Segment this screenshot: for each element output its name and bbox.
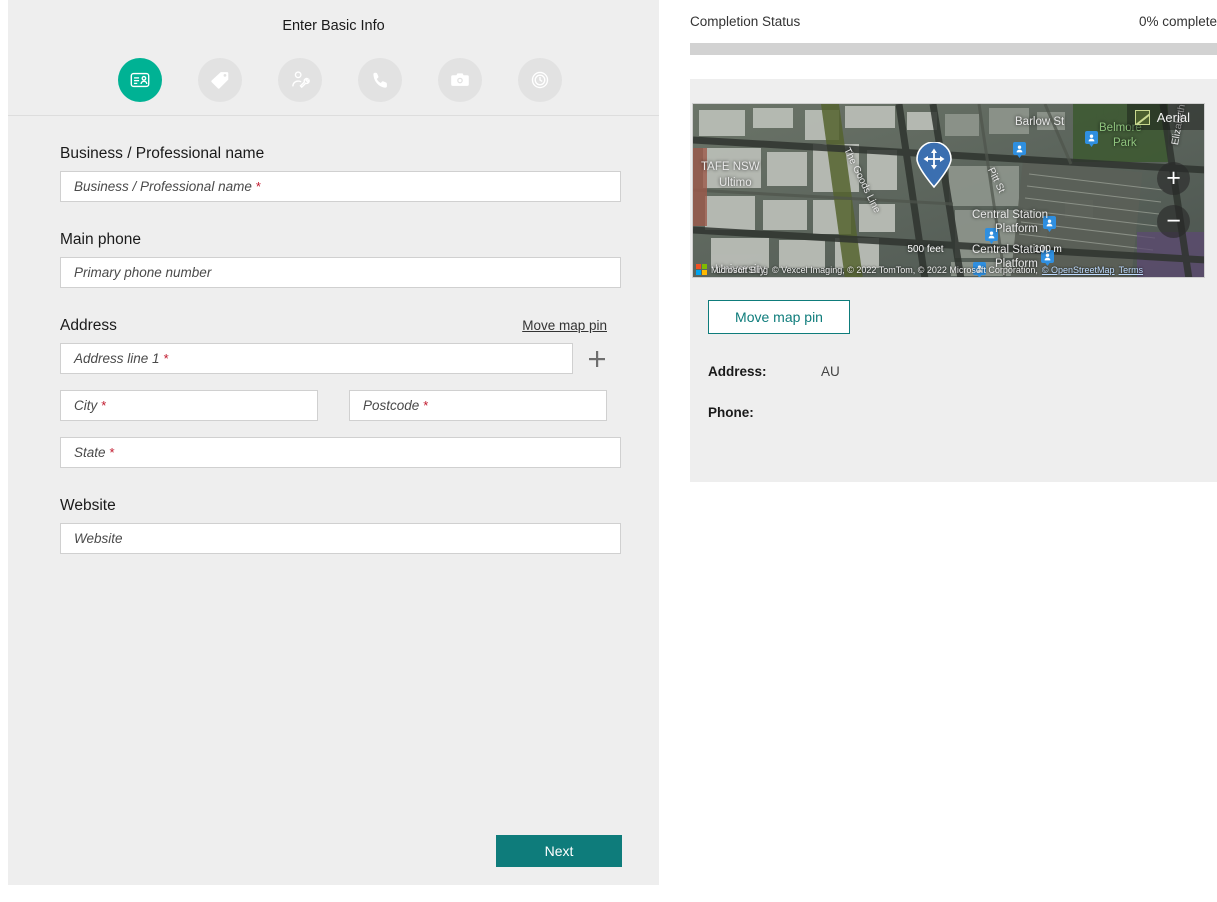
map-poi-icon[interactable] bbox=[1043, 216, 1056, 232]
address-line1-placeholder: Address line 1 bbox=[74, 351, 160, 366]
clock-icon bbox=[529, 69, 551, 91]
tag-icon bbox=[209, 69, 231, 91]
completion-panel: Completion Status 0% complete bbox=[690, 0, 1217, 482]
address-section-header: Address Move map pin bbox=[60, 317, 607, 335]
map-attribution-terms-link[interactable]: Terms bbox=[1119, 265, 1144, 275]
phone-summary-row: Phone: bbox=[708, 405, 1217, 420]
add-address-line-plus-icon[interactable] bbox=[587, 348, 607, 370]
required-marker: * bbox=[164, 351, 169, 366]
address-line1-input[interactable]: Address line 1 * bbox=[60, 343, 573, 374]
state-input[interactable]: State * bbox=[60, 437, 621, 468]
move-map-pin-link[interactable]: Move map pin bbox=[522, 318, 607, 333]
state-placeholder: State bbox=[74, 445, 106, 460]
step-hours[interactable] bbox=[518, 58, 562, 102]
address-label: Address bbox=[60, 317, 117, 335]
website-placeholder: Website bbox=[74, 531, 123, 546]
page-root: Enter Basic Info bbox=[0, 0, 1217, 902]
city-postcode-row: City * Postcode * bbox=[60, 390, 607, 421]
map-poi-icon[interactable] bbox=[985, 228, 998, 244]
person-services-icon bbox=[289, 69, 311, 91]
map-mode-label: Aerial bbox=[1157, 110, 1190, 125]
business-name-label: Business / Professional name bbox=[60, 145, 607, 163]
required-marker: * bbox=[110, 445, 115, 460]
website-label: Website bbox=[60, 497, 607, 515]
required-marker: * bbox=[101, 398, 106, 413]
main-phone-label: Main phone bbox=[60, 231, 607, 249]
state-row: State * bbox=[60, 437, 607, 468]
form-body: Business / Professional name Business / … bbox=[8, 145, 659, 554]
map-mode-aerial-button[interactable]: Aerial bbox=[1127, 104, 1204, 130]
map-poi-icon[interactable] bbox=[1085, 131, 1098, 147]
map-attribution-osm-link[interactable]: © OpenStreetMap bbox=[1042, 265, 1115, 275]
wizard-header: Enter Basic Info bbox=[8, 0, 659, 116]
aerial-thumbnail-icon bbox=[1135, 110, 1150, 125]
completion-progress-bar bbox=[690, 43, 1217, 55]
location-map[interactable]: TAFE NSW Ultimo University The Goods Lin… bbox=[692, 103, 1205, 278]
main-phone-input[interactable]: Primary phone number bbox=[60, 257, 621, 288]
city-placeholder: City bbox=[74, 398, 97, 413]
map-attribution-brand: Microsoft Bing bbox=[711, 265, 768, 275]
step-tags[interactable] bbox=[198, 58, 242, 102]
business-name-placeholder: Business / Professional name bbox=[74, 179, 252, 194]
required-marker: * bbox=[423, 398, 428, 413]
microsoft-logo-icon bbox=[696, 264, 707, 275]
id-card-icon bbox=[129, 69, 151, 91]
website-input[interactable]: Website bbox=[60, 523, 621, 554]
phone-icon bbox=[370, 70, 391, 91]
completion-status-label: Completion Status bbox=[690, 14, 800, 29]
map-card: TAFE NSW Ultimo University The Goods Lin… bbox=[690, 79, 1217, 482]
postcode-input[interactable]: Postcode * bbox=[349, 390, 607, 421]
business-name-input[interactable]: Business / Professional name * bbox=[60, 171, 621, 202]
address-summary-row: Address: AU bbox=[708, 364, 1217, 379]
map-zoom-in-button[interactable]: + bbox=[1157, 162, 1190, 195]
map-zoom-out-button[interactable]: − bbox=[1157, 205, 1190, 238]
completion-percent-text: 0% complete bbox=[1139, 14, 1217, 29]
address-summary-key: Address: bbox=[708, 364, 821, 379]
step-services[interactable] bbox=[278, 58, 322, 102]
map-aerial-imagery bbox=[693, 104, 1205, 278]
map-attribution: Microsoft Bing © Vexcel Imaging, © 2022 … bbox=[693, 262, 1204, 277]
address-summary-value: AU bbox=[821, 364, 840, 379]
phone-summary-key: Phone: bbox=[708, 405, 821, 420]
page-title: Enter Basic Info bbox=[8, 18, 659, 34]
basic-info-form-panel: Enter Basic Info bbox=[8, 0, 659, 885]
step-phone[interactable] bbox=[358, 58, 402, 102]
step-basic-info[interactable] bbox=[118, 58, 162, 102]
postcode-placeholder: Postcode bbox=[363, 398, 419, 413]
move-map-pin-button[interactable]: Move map pin bbox=[708, 300, 850, 334]
city-input[interactable]: City * bbox=[60, 390, 318, 421]
next-button[interactable]: Next bbox=[496, 835, 622, 867]
step-photos[interactable] bbox=[438, 58, 482, 102]
map-poi-icon[interactable] bbox=[1013, 142, 1026, 158]
camera-icon bbox=[449, 69, 471, 91]
move-pin-marker-icon[interactable] bbox=[915, 142, 953, 188]
required-marker: * bbox=[256, 179, 261, 194]
wizard-step-icons bbox=[118, 58, 562, 102]
map-attribution-text: © Vexcel Imaging, © 2022 TomTom, © 2022 … bbox=[772, 265, 1038, 275]
main-phone-placeholder: Primary phone number bbox=[74, 265, 211, 280]
address-line1-row: Address line 1 * bbox=[60, 343, 607, 374]
completion-status-row: Completion Status 0% complete bbox=[690, 0, 1217, 29]
